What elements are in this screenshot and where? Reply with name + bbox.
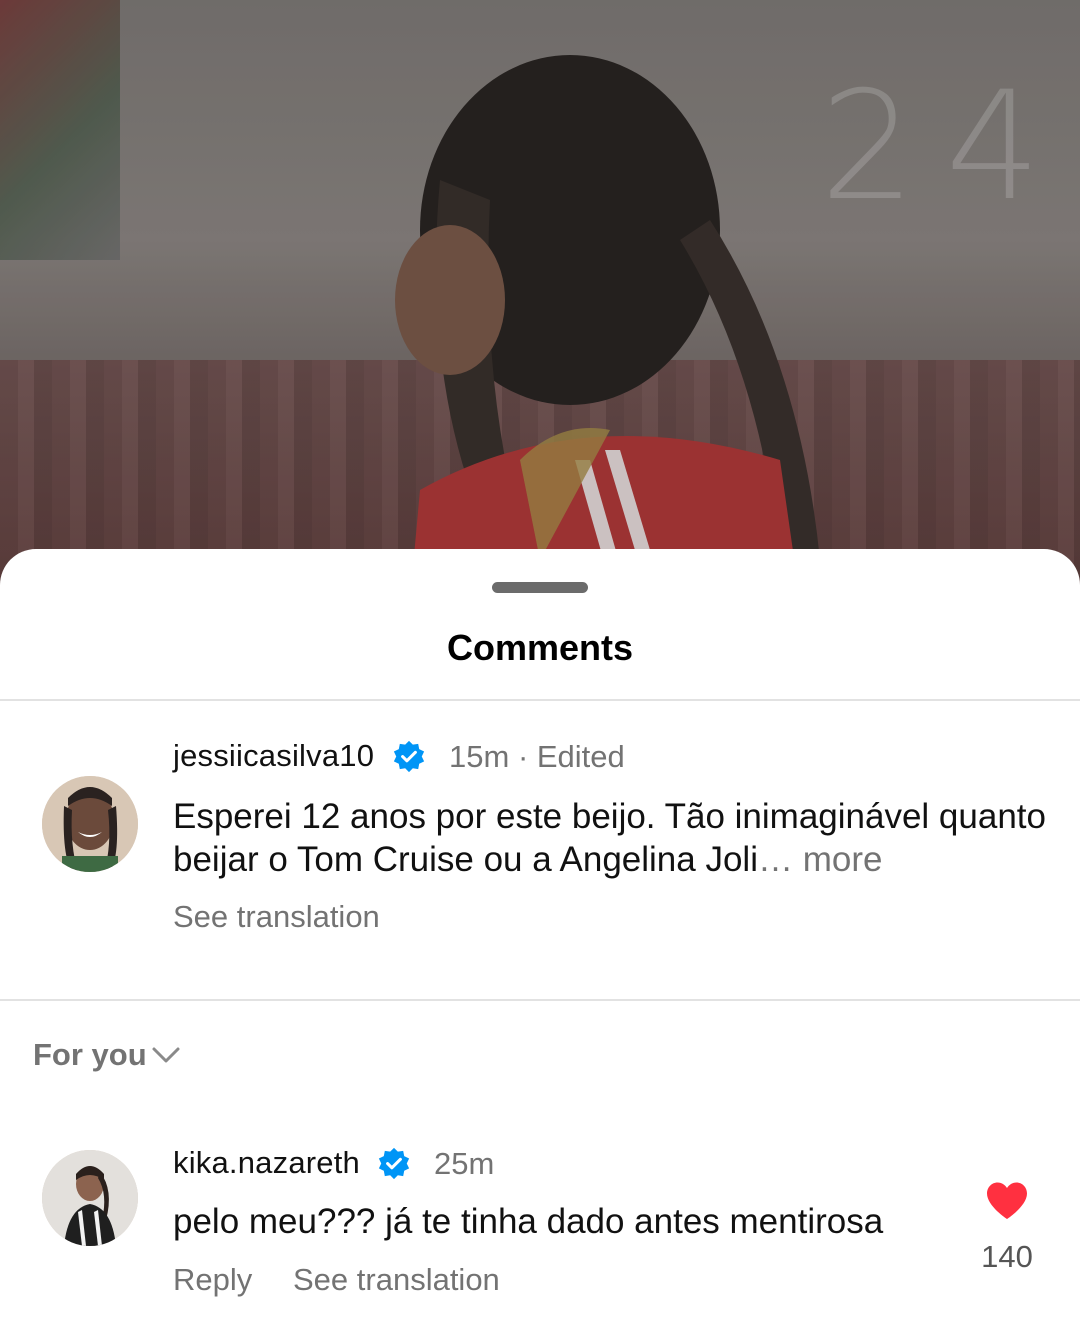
chevron-down-icon[interactable] xyxy=(150,1043,182,1067)
caption-meta: 15m · Edited xyxy=(449,739,625,775)
comment-time: 25m xyxy=(434,1146,495,1181)
reply-button[interactable]: Reply xyxy=(173,1262,252,1298)
like-count: 140 xyxy=(981,1239,1033,1274)
verified-badge-icon xyxy=(378,1147,410,1180)
sort-label[interactable]: For you xyxy=(33,1037,147,1073)
caption-divider xyxy=(0,999,1080,1001)
verified-badge-icon xyxy=(393,740,425,773)
caption-time: 15m xyxy=(449,739,510,774)
more-link[interactable]: … more xyxy=(758,840,882,879)
avatar-photo xyxy=(42,776,138,872)
caption-text-body: Esperei 12 anos por este beijo. Tão inim… xyxy=(173,797,1046,879)
caption-edited-label: · Edited xyxy=(517,739,625,774)
sheet-title: Comments xyxy=(446,627,634,668)
avatar-kika-nazareth[interactable] xyxy=(42,1150,138,1246)
comment-text: pelo meu??? já te tinha dado antes menti… xyxy=(173,1202,884,1241)
caption-username[interactable]: jessiicasilva10 xyxy=(173,738,374,774)
caption-see-translation[interactable]: See translation xyxy=(173,899,380,935)
comments-sheet: Comments jessiicasilva10 15m · Edited Es… xyxy=(0,549,1080,1334)
comment-username[interactable]: kika.nazareth xyxy=(173,1145,360,1181)
heart-like-icon[interactable] xyxy=(985,1181,1029,1221)
sheet-drag-handle[interactable] xyxy=(492,582,588,593)
title-divider xyxy=(0,699,1080,701)
post-photo: 24 xyxy=(0,0,1080,600)
caption-text: Esperei 12 anos por este beijo. Tão inim… xyxy=(173,795,1053,881)
photo-dim-overlay xyxy=(0,0,1080,600)
avatar-photo xyxy=(42,1150,138,1246)
avatar-jessiicasilva10[interactable] xyxy=(42,776,138,872)
comment-see-translation[interactable]: See translation xyxy=(293,1262,500,1298)
